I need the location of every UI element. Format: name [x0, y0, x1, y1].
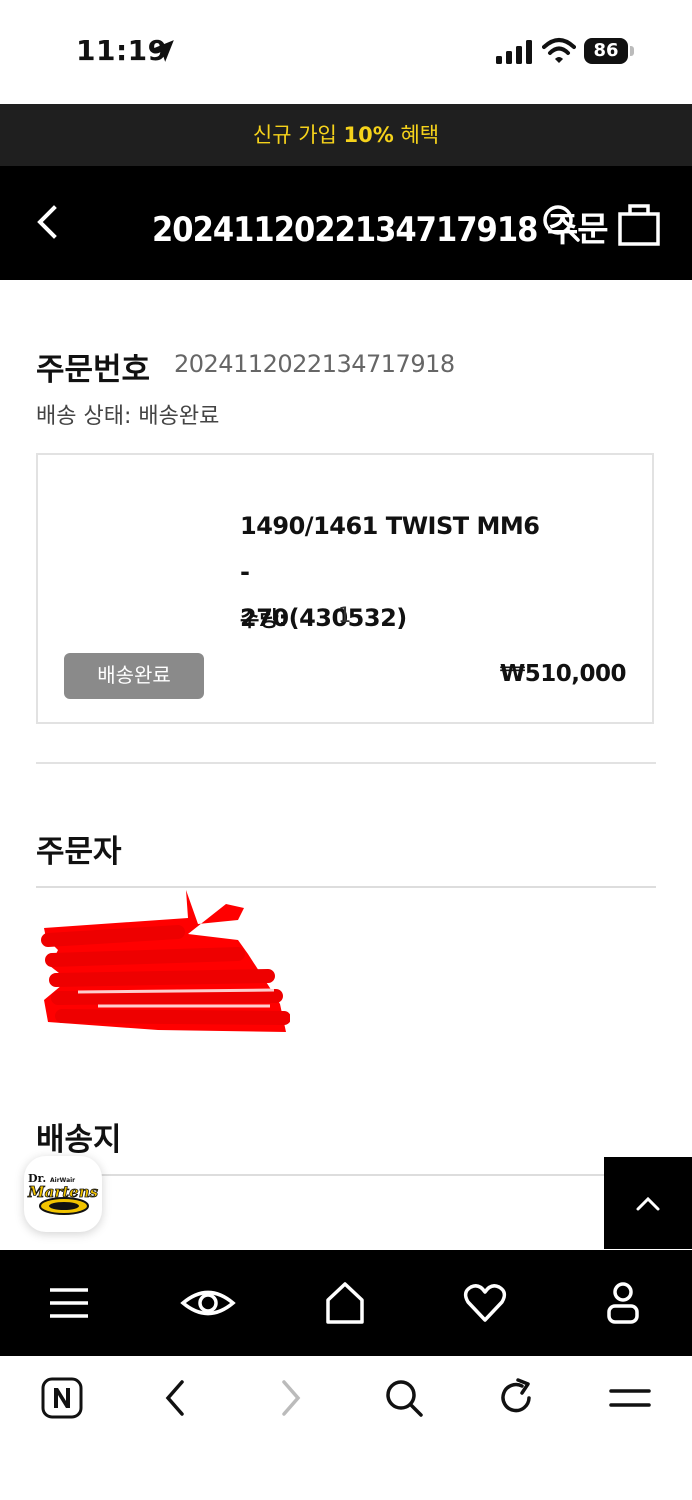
quantity-value: 1: [338, 603, 352, 627]
search-icon[interactable]: [540, 202, 582, 244]
forward-icon[interactable]: [268, 1376, 312, 1420]
brand-chat-button[interactable]: Dr. AirWair Martens: [24, 1156, 102, 1232]
promo-highlight: 10%: [343, 123, 394, 147]
status-badge: 배송완료: [64, 653, 204, 699]
browser-toolbar: [0, 1356, 692, 1500]
naver-icon[interactable]: [40, 1376, 84, 1420]
refresh-icon[interactable]: [494, 1376, 538, 1420]
item-name-line1: 1490/1461 TWIST MM6 -: [240, 512, 540, 586]
scroll-top-button[interactable]: [604, 1157, 692, 1249]
chevron-up-icon: [636, 1196, 660, 1211]
section-divider: [36, 762, 656, 764]
logo-martens: Martens: [27, 1183, 99, 1201]
cart-icon[interactable]: [616, 202, 662, 246]
order-number: 20241120221347179​18: [174, 350, 455, 378]
orderer-section-title: 주문자: [36, 834, 122, 870]
shipping-section-title: 배송지: [36, 1122, 122, 1158]
location-arrow-icon: [152, 40, 174, 62]
search-icon[interactable]: [382, 1376, 426, 1420]
item-price: ₩510,000: [499, 661, 627, 687]
order-number-label: 주문번호: [36, 352, 151, 388]
wifi-icon: [542, 38, 576, 63]
home-icon[interactable]: [322, 1280, 368, 1326]
back-icon[interactable]: [30, 202, 66, 242]
shipping-divider: [36, 1174, 606, 1176]
heart-icon[interactable]: [462, 1280, 508, 1326]
promo-suffix: 혜택: [393, 123, 440, 147]
battery-level: 86: [584, 38, 628, 64]
battery-indicator: 86: [584, 38, 634, 64]
quantity-label: 수량:: [240, 607, 288, 631]
cellular-signal-icon: [496, 40, 532, 64]
back-icon[interactable]: [154, 1376, 198, 1420]
menu-icon[interactable]: [46, 1280, 92, 1326]
bottom-nav: [0, 1250, 692, 1356]
order-item-card[interactable]: 1490/1461 TWIST MM6 - 270(430532) 수량: 1 …: [36, 453, 654, 724]
menu-icon[interactable]: [608, 1376, 652, 1420]
page-header: 20241120221347179​18 주문: [0, 166, 692, 280]
status-bar: 11:19 86: [0, 0, 692, 104]
battery-tip: [630, 46, 634, 56]
promo-prefix: 신규 가입: [252, 123, 344, 147]
eye-icon[interactable]: [180, 1280, 236, 1326]
dr-martens-logo: Dr. AirWair Martens: [27, 1172, 99, 1215]
user-icon[interactable]: [600, 1280, 646, 1326]
shipping-status: 배송 상태: 배송완료: [36, 404, 220, 429]
promo-banner[interactable]: 신규 가입 10% 혜택: [0, 104, 692, 166]
redaction-scribble: [41, 890, 290, 1032]
